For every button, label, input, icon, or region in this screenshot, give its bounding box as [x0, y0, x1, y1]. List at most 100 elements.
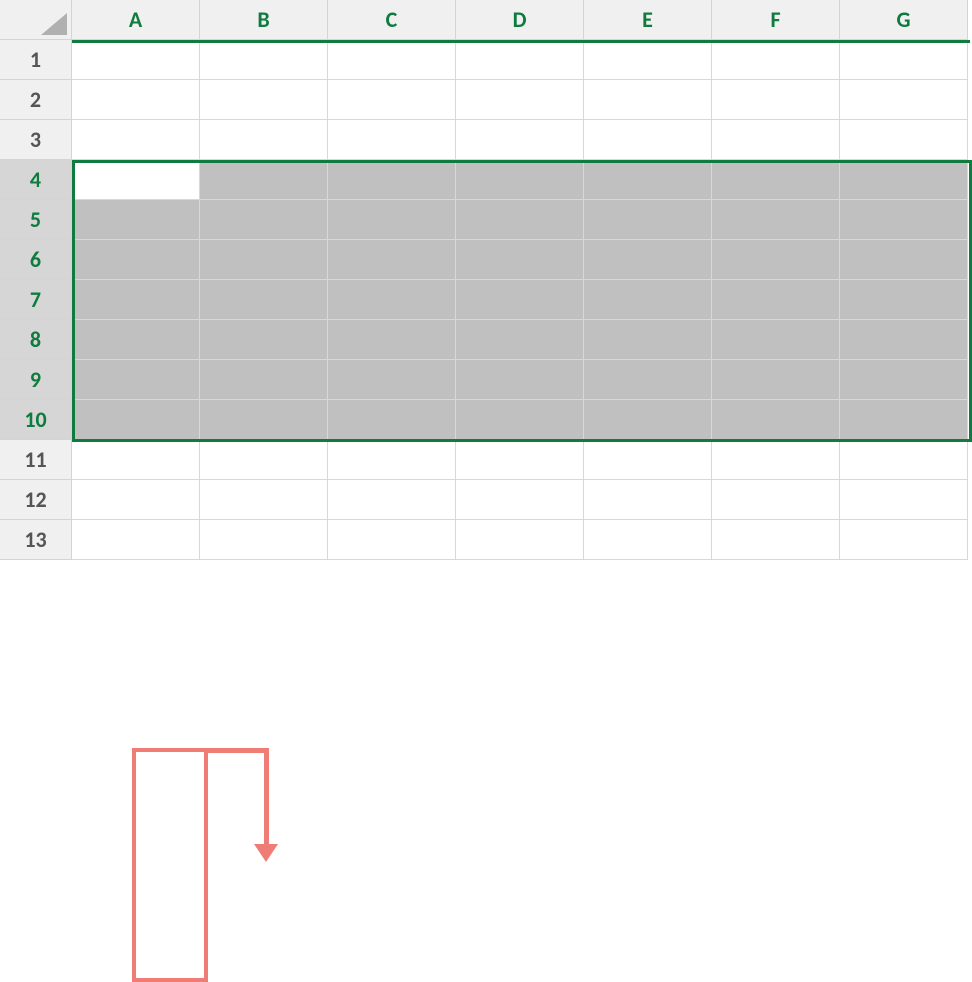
- cell-b1[interactable]: [200, 40, 328, 80]
- col-header-f[interactable]: F: [712, 0, 840, 40]
- cell-f6[interactable]: [712, 240, 840, 280]
- cell-a10[interactable]: [72, 400, 200, 440]
- cell-d1[interactable]: [456, 40, 584, 80]
- cell-f8[interactable]: [712, 320, 840, 360]
- cell-b3[interactable]: [200, 120, 328, 160]
- cell-c4[interactable]: [328, 160, 456, 200]
- row-header-5[interactable]: 5: [0, 200, 72, 240]
- cell-d10[interactable]: [456, 400, 584, 440]
- cell-b12[interactable]: [200, 480, 328, 520]
- cell-c1[interactable]: [328, 40, 456, 80]
- cell-e2[interactable]: [584, 80, 712, 120]
- cell-c11[interactable]: [328, 440, 456, 480]
- cell-g7[interactable]: [840, 280, 968, 320]
- cell-b4[interactable]: [200, 160, 328, 200]
- cell-f13[interactable]: [712, 520, 840, 560]
- cell-d9[interactable]: [456, 360, 584, 400]
- cell-e3[interactable]: [584, 120, 712, 160]
- cell-g11[interactable]: [840, 440, 968, 480]
- cell-f7[interactable]: [712, 280, 840, 320]
- cell-e8[interactable]: [584, 320, 712, 360]
- cell-g12[interactable]: [840, 480, 968, 520]
- row-header-13[interactable]: 13: [0, 520, 72, 560]
- cell-e5[interactable]: [584, 200, 712, 240]
- cell-g4[interactable]: [840, 160, 968, 200]
- cell-b8[interactable]: [200, 320, 328, 360]
- cell-d7[interactable]: [456, 280, 584, 320]
- cell-b11[interactable]: [200, 440, 328, 480]
- col-header-d[interactable]: D: [456, 0, 584, 40]
- cell-g8[interactable]: [840, 320, 968, 360]
- cell-e13[interactable]: [584, 520, 712, 560]
- cell-g5[interactable]: [840, 200, 968, 240]
- row-header-11[interactable]: 11: [0, 440, 72, 480]
- cell-b5[interactable]: [200, 200, 328, 240]
- cell-c8[interactable]: [328, 320, 456, 360]
- cell-f3[interactable]: [712, 120, 840, 160]
- cell-g9[interactable]: [840, 360, 968, 400]
- row-header-2[interactable]: 2: [0, 80, 72, 120]
- col-header-e[interactable]: E: [584, 0, 712, 40]
- row-header-9[interactable]: 9: [0, 360, 72, 400]
- cell-d4[interactable]: [456, 160, 584, 200]
- cell-a1[interactable]: [72, 40, 200, 80]
- row-header-3[interactable]: 3: [0, 120, 72, 160]
- row-header-7[interactable]: 7: [0, 280, 72, 320]
- cell-g10[interactable]: [840, 400, 968, 440]
- cell-g13[interactable]: [840, 520, 968, 560]
- cell-e11[interactable]: [584, 440, 712, 480]
- row-header-10[interactable]: 10: [0, 400, 72, 440]
- cell-f2[interactable]: [712, 80, 840, 120]
- col-header-b[interactable]: B: [200, 0, 328, 40]
- cell-e4[interactable]: [584, 160, 712, 200]
- col-header-g[interactable]: G: [840, 0, 968, 40]
- cell-a5[interactable]: [72, 200, 200, 240]
- cell-a9[interactable]: [72, 360, 200, 400]
- row-header-12[interactable]: 12: [0, 480, 72, 520]
- cell-e1[interactable]: [584, 40, 712, 80]
- cell-a13[interactable]: [72, 520, 200, 560]
- cell-b2[interactable]: [200, 80, 328, 120]
- cell-d3[interactable]: [456, 120, 584, 160]
- cell-d13[interactable]: [456, 520, 584, 560]
- cell-b6[interactable]: [200, 240, 328, 280]
- cell-f1[interactable]: [712, 40, 840, 80]
- cell-f12[interactable]: [712, 480, 840, 520]
- cell-d2[interactable]: [456, 80, 584, 120]
- cell-a8[interactable]: [72, 320, 200, 360]
- cell-c2[interactable]: [328, 80, 456, 120]
- cell-a3[interactable]: [72, 120, 200, 160]
- cell-d6[interactable]: [456, 240, 584, 280]
- cell-c5[interactable]: [328, 200, 456, 240]
- cell-b9[interactable]: [200, 360, 328, 400]
- cell-a11[interactable]: [72, 440, 200, 480]
- cell-e7[interactable]: [584, 280, 712, 320]
- col-header-c[interactable]: C: [328, 0, 456, 40]
- cell-f5[interactable]: [712, 200, 840, 240]
- cell-c12[interactable]: [328, 480, 456, 520]
- cell-d5[interactable]: [456, 200, 584, 240]
- cell-f11[interactable]: [712, 440, 840, 480]
- cell-c10[interactable]: [328, 400, 456, 440]
- cell-d8[interactable]: [456, 320, 584, 360]
- cell-f10[interactable]: [712, 400, 840, 440]
- cell-g1[interactable]: [840, 40, 968, 80]
- cell-b10[interactable]: [200, 400, 328, 440]
- cell-f4[interactable]: [712, 160, 840, 200]
- cell-e10[interactable]: [584, 400, 712, 440]
- cell-e12[interactable]: [584, 480, 712, 520]
- cell-b13[interactable]: [200, 520, 328, 560]
- select-all-corner[interactable]: [0, 0, 72, 40]
- row-header-6[interactable]: 6: [0, 240, 72, 280]
- cell-b7[interactable]: [200, 280, 328, 320]
- cell-g6[interactable]: [840, 240, 968, 280]
- cell-a4[interactable]: [72, 160, 200, 200]
- cell-c13[interactable]: [328, 520, 456, 560]
- cell-g3[interactable]: [840, 120, 968, 160]
- cell-a12[interactable]: [72, 480, 200, 520]
- cell-d12[interactable]: [456, 480, 584, 520]
- cell-c9[interactable]: [328, 360, 456, 400]
- cell-c6[interactable]: [328, 240, 456, 280]
- row-header-8[interactable]: 8: [0, 320, 72, 360]
- cell-a6[interactable]: [72, 240, 200, 280]
